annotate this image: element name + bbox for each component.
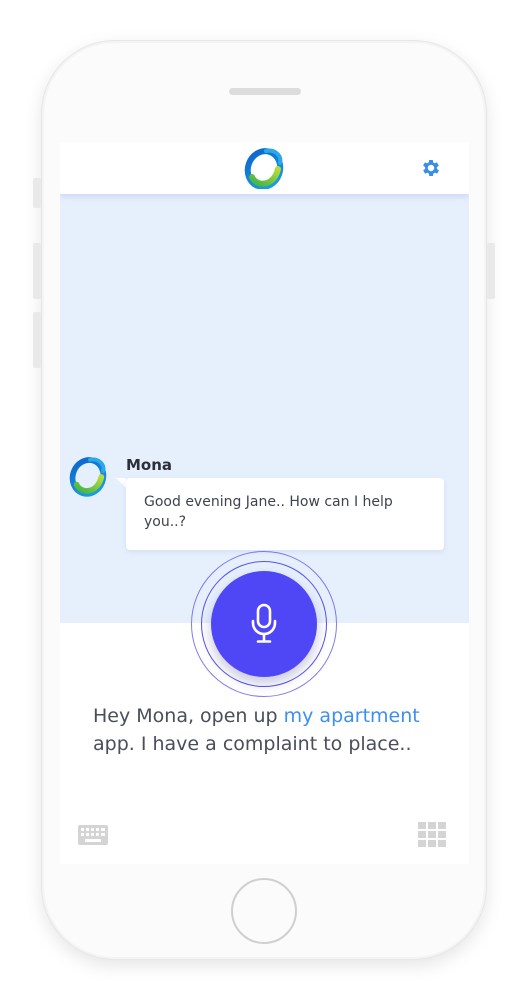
microphone-icon bbox=[251, 603, 277, 643]
home-button[interactable] bbox=[231, 878, 297, 944]
grid-icon[interactable] bbox=[418, 822, 446, 848]
message-sender: Mona bbox=[126, 456, 173, 474]
transcript-highlight: my apartment bbox=[283, 705, 420, 727]
volume-up-button bbox=[33, 243, 41, 299]
voice-input bbox=[191, 551, 337, 697]
volume-down-button bbox=[33, 312, 41, 368]
earpiece-speaker bbox=[229, 88, 301, 95]
transcript-text: Hey Mona, open up bbox=[93, 705, 284, 727]
assistant-logo-icon bbox=[244, 148, 284, 189]
keyboard-icon[interactable] bbox=[77, 824, 109, 846]
mic-button[interactable] bbox=[211, 571, 317, 677]
bubble-tail bbox=[116, 478, 126, 488]
transcript-text-end: app. I have a complaint to place.. bbox=[93, 733, 412, 755]
gear-icon[interactable] bbox=[420, 157, 442, 179]
voice-transcript: Hey Mona, open up my apartment app. I ha… bbox=[93, 702, 453, 758]
mute-switch bbox=[33, 178, 41, 208]
top-bar bbox=[60, 142, 469, 194]
app-screen: Mona Good evening Jane.. How can I help … bbox=[60, 142, 469, 864]
message-text: Good evening Jane.. How can I help you..… bbox=[144, 494, 393, 530]
power-button bbox=[487, 243, 495, 299]
assistant-logo-icon bbox=[69, 457, 107, 497]
message-bubble: Good evening Jane.. How can I help you..… bbox=[126, 478, 444, 550]
